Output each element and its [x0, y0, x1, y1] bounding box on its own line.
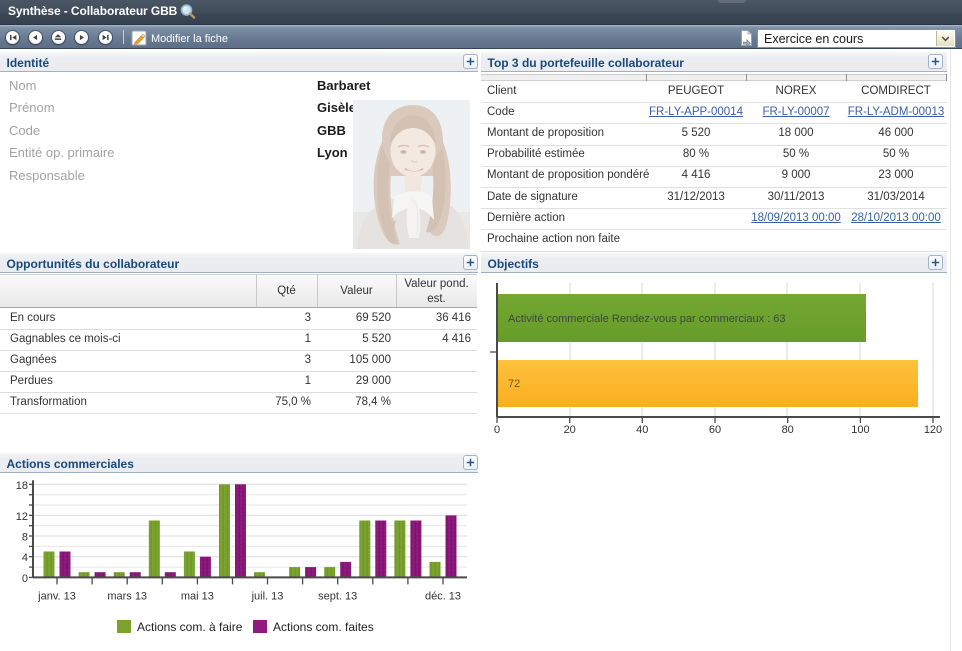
- svg-text:mars 13: mars 13: [107, 591, 147, 603]
- svg-text:Actions com. à faire: Actions com. à faire: [137, 620, 243, 634]
- svg-text:Activité commerciale Rendez-vo: Activité commerciale Rendez-vous par com…: [508, 313, 786, 325]
- svg-text:100: 100: [851, 424, 869, 436]
- svg-text:0: 0: [22, 573, 28, 585]
- svg-text:4: 4: [22, 552, 28, 564]
- svg-text:Actions com. faites: Actions com. faites: [273, 620, 374, 634]
- svg-text:8: 8: [22, 532, 28, 544]
- svg-text:20: 20: [564, 424, 576, 436]
- svg-text:0: 0: [494, 424, 500, 436]
- svg-text:40: 40: [636, 424, 648, 436]
- svg-text:mai 13: mai 13: [181, 591, 214, 603]
- svg-text:120: 120: [924, 424, 942, 436]
- svg-text:janv. 13: janv. 13: [37, 591, 76, 603]
- svg-text:80: 80: [782, 424, 794, 436]
- svg-text:12: 12: [16, 511, 28, 523]
- svg-text:sept. 13: sept. 13: [318, 591, 357, 603]
- svg-text:72: 72: [508, 378, 520, 390]
- svg-text:déc. 13: déc. 13: [425, 591, 461, 603]
- svg-text:18: 18: [16, 480, 28, 492]
- svg-text:juil. 13: juil. 13: [251, 591, 284, 603]
- svg-text:60: 60: [709, 424, 721, 436]
